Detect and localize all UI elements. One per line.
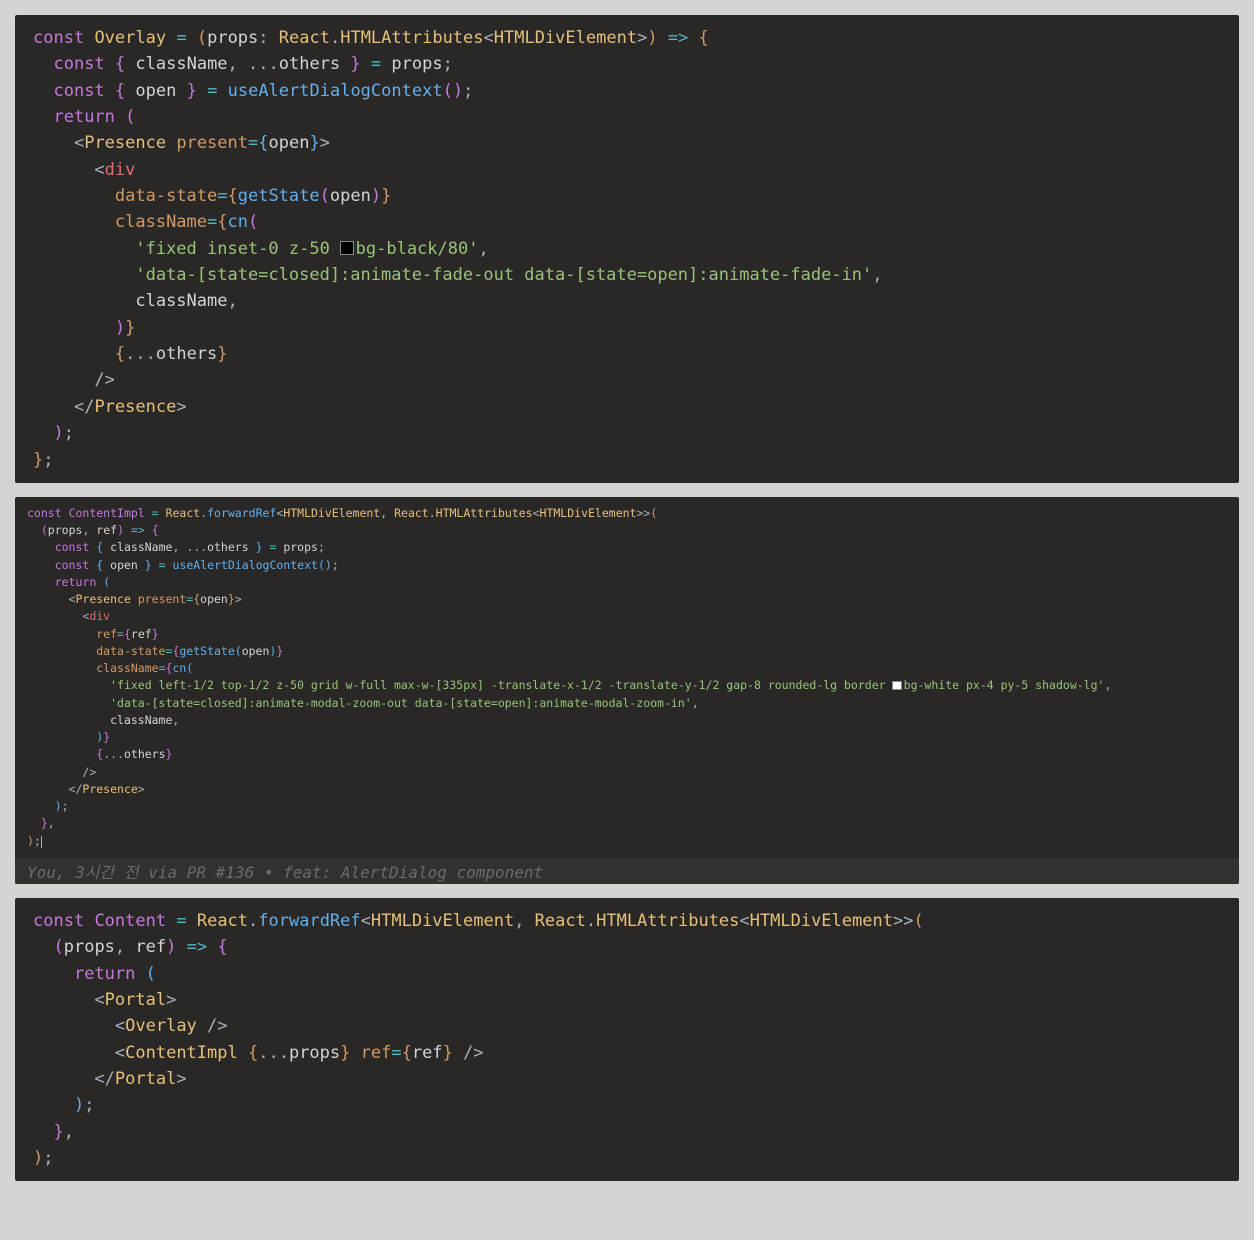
code-block-overlay[interactable]: const Overlay = (props: React.HTMLAttrib… bbox=[15, 15, 1239, 483]
code-content[interactable]: const Overlay = (props: React.HTMLAttrib… bbox=[15, 15, 1239, 483]
code-content[interactable]: const ContentImpl = React.forwardRef<HTM… bbox=[15, 497, 1239, 858]
code-content[interactable]: const Content = React.forwardRef<HTMLDiv… bbox=[15, 898, 1239, 1181]
color-swatch-white bbox=[892, 681, 901, 690]
color-swatch-black bbox=[340, 241, 354, 255]
text-cursor bbox=[41, 836, 42, 848]
code-block-content[interactable]: const Content = React.forwardRef<HTMLDiv… bbox=[15, 898, 1239, 1181]
git-blame-annotation: You, 3시간 전 via PR #136 • feat: AlertDial… bbox=[15, 858, 1239, 884]
keyword-const: const bbox=[33, 28, 84, 48]
code-block-contentimpl[interactable]: const ContentImpl = React.forwardRef<HTM… bbox=[15, 497, 1239, 884]
component-name: Overlay bbox=[94, 28, 166, 48]
